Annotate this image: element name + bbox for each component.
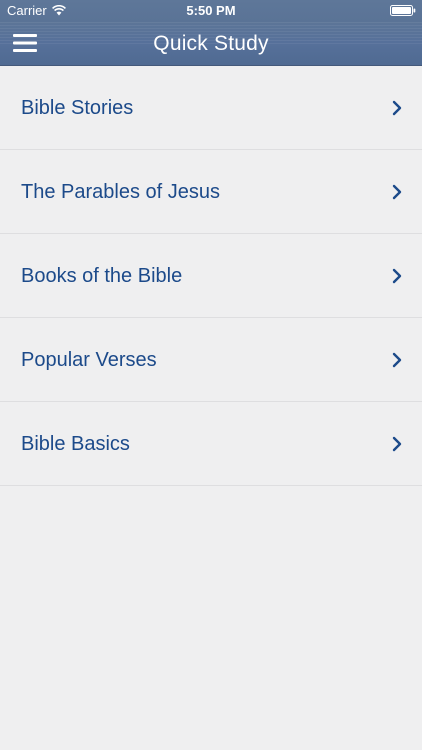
list-item-books-of-the-bible[interactable]: Books of the Bible: [0, 234, 422, 318]
chevron-right-icon: [392, 268, 402, 284]
list-item-label: Bible Stories: [21, 97, 134, 119]
list-item-bible-stories[interactable]: Bible Stories: [0, 66, 422, 150]
list-item-popular-verses[interactable]: Popular Verses: [0, 318, 422, 402]
list-item-parables-of-jesus[interactable]: The Parables of Jesus: [0, 150, 422, 234]
list-item-label: Books of the Bible: [21, 265, 183, 287]
chevron-right-icon: [392, 352, 402, 368]
battery-icon: [390, 5, 416, 16]
screen: Carrier 5:50 PM Quick Study Bible Storie…: [0, 0, 422, 750]
navigation-bar: Quick Study: [0, 22, 422, 66]
list-item-label: Bible Basics: [21, 433, 130, 455]
chevron-right-icon: [392, 184, 402, 200]
list-item-bible-basics[interactable]: Bible Basics: [0, 402, 422, 486]
list-item-label: The Parables of Jesus: [21, 181, 220, 203]
page-title: Quick Study: [153, 32, 269, 55]
status-time: 5:50 PM: [186, 3, 236, 18]
topic-list: Bible Stories The Parables of Jesus Book…: [0, 66, 422, 486]
chevron-right-icon: [392, 436, 402, 452]
chevron-right-icon: [392, 100, 402, 116]
list-item-label: Popular Verses: [21, 349, 157, 371]
status-bar: Carrier 5:50 PM: [0, 0, 422, 22]
